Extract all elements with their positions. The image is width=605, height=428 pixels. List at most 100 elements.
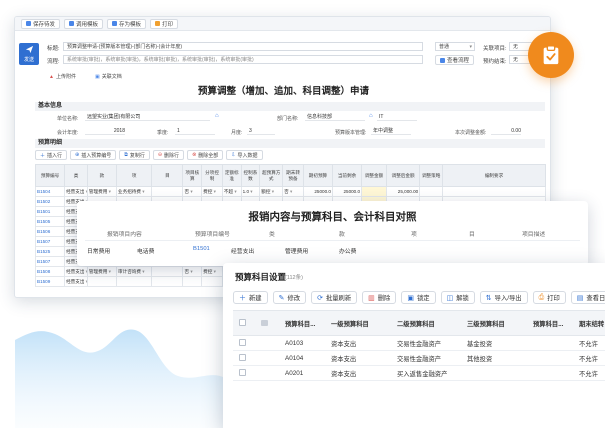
subject-cell-l1[interactable]: 资本支出 (325, 335, 391, 351)
detail-cell-coef[interactable]: 1.0 (240, 186, 261, 197)
subject-cell-l3[interactable]: 其他投资 (461, 350, 527, 366)
subject-cell-other[interactable] (527, 350, 573, 366)
detail-col-15[interactable]: 调整策略 (419, 164, 444, 187)
load-template-button[interactable]: 调用模板 (64, 18, 104, 29)
batch-refresh-button[interactable]: ⟳ 批量刷新 (311, 291, 358, 304)
detail-cell-mu[interactable] (151, 276, 184, 287)
delete-button[interactable]: ▥ 删除 (362, 291, 397, 304)
title-field[interactable]: 预算调整申请-(预算版本管理)-(部门名称)-(会计年度) (63, 42, 423, 51)
dept-lookup-icon[interactable]: ⌂ (369, 113, 373, 119)
row-checkbox[interactable] (239, 368, 246, 376)
detail-cell-code[interactable]: B1504 (34, 186, 66, 197)
detail-cell-acct[interactable] (182, 276, 203, 287)
table-row[interactable]: A0201 资本支出 买入返售金融资产 不允许 (233, 365, 605, 381)
unit-lookup-icon[interactable]: ⌂ (215, 113, 219, 119)
detail-cell-xiang[interactable]: 业务招待费 (115, 186, 153, 197)
detail-cell-split[interactable]: 费控 (201, 186, 223, 197)
mapping-code[interactable]: B1501 (193, 246, 210, 252)
detail-col-6[interactable]: 分项控制 (201, 164, 223, 187)
select-all-checkbox[interactable] (239, 318, 246, 326)
detail-cell-split[interactable]: 费控 (201, 266, 223, 277)
detail-cell-code[interactable]: B1502 (34, 196, 66, 207)
delete-all-button[interactable]: ⊗ 删除全部 (187, 150, 224, 160)
table-row[interactable]: A0103 资本支出 交易性金融资产 基金投资 不允许 (233, 335, 605, 351)
subject-cell-l2[interactable]: 买入返售金融资产 (391, 365, 461, 381)
subject-cell-carry[interactable]: 不允许 (573, 335, 605, 351)
detail-cell-code[interactable]: B1508 (34, 266, 66, 277)
row-checkbox[interactable] (239, 338, 246, 346)
detail-cell-kuan[interactable] (86, 276, 118, 287)
quarter-field[interactable]: 1 (175, 127, 215, 135)
row-checkbox[interactable] (239, 353, 246, 361)
print-button[interactable]: 打印 (150, 18, 179, 29)
unlock-button[interactable]: ◫ 解锁 (440, 291, 475, 304)
detail-cell-policy[interactable] (419, 186, 444, 197)
subject-col-l1[interactable]: 一级预算科目 (325, 310, 391, 336)
subject-cell-other[interactable] (527, 335, 573, 351)
detail-cell-carry[interactable]: 否 (282, 186, 304, 197)
detail-cell-code[interactable]: B1501 (34, 206, 66, 217)
detail-cell-cls[interactable]: 经营支出 (64, 266, 88, 277)
detail-cell-mu[interactable] (151, 266, 184, 277)
subject-cell-l1[interactable]: 资本支出 (325, 350, 391, 366)
subject-cell-l3[interactable]: 基金投资 (461, 335, 527, 351)
detail-cell-split[interactable] (201, 276, 223, 287)
detail-cell-code[interactable]: B1505 (34, 216, 66, 227)
table-row[interactable]: A0104 资本支出 交易性金融资产 其他投资 不允许 (233, 350, 605, 366)
subject-cell-code[interactable]: A0104 (279, 350, 325, 366)
detail-col-10[interactable]: 期末转预备 (282, 164, 304, 187)
mapping-row[interactable]: 日常费用 电话费 B1501 经营支出 管理费用 办公费 (77, 243, 588, 257)
priority-select[interactable]: 普通 (435, 42, 475, 51)
version-field[interactable]: 年中调整 (371, 127, 411, 135)
detail-cell-code[interactable]: B1509 (34, 276, 66, 287)
save-as-template-button[interactable]: 存为模板 (107, 18, 147, 29)
subject-cell-l3[interactable] (461, 365, 527, 381)
subject-cell-carry[interactable]: 不允许 (573, 365, 605, 381)
mapping-item[interactable]: 电话费 (137, 246, 154, 255)
detail-cell-xiang[interactable]: 审计咨询费 (115, 266, 153, 277)
detail-col-16[interactable]: 编制要求 (442, 164, 546, 187)
mapping-xiang[interactable]: 办公费 (339, 246, 356, 255)
detail-col-9[interactable]: 超预算方式 (259, 164, 284, 187)
dept-field[interactable]: 信息科技部 (305, 113, 365, 121)
subject-col-other[interactable]: 预算科目... (527, 310, 573, 336)
select-all-cell[interactable] (233, 310, 255, 336)
detail-cell-code[interactable]: B1506 (34, 226, 66, 237)
insert-budget-code-button[interactable]: ⊕ 插入预算编号 (70, 150, 117, 160)
detail-cell-mu[interactable] (151, 186, 184, 197)
edit-button[interactable]: ✎ 修改 (272, 291, 307, 304)
subject-cell-l2[interactable]: 交易性金融资产 (391, 350, 461, 366)
subject-cell-code[interactable]: A0103 (279, 335, 325, 351)
view-log-button[interactable]: ▤查看日志 (570, 291, 605, 304)
view-flow-button[interactable]: 查看流程 (435, 55, 475, 65)
detail-col-14[interactable]: 调整后金额 (385, 164, 421, 187)
detail-col-2[interactable]: 款 (86, 164, 118, 187)
detail-col-1[interactable]: 类 (64, 164, 88, 187)
detail-col-0[interactable]: 预算编号 (34, 164, 66, 187)
detail-cell-xiang[interactable] (115, 276, 153, 287)
new-button[interactable]: ＋新建 (233, 291, 268, 304)
detail-cell-kuan[interactable]: 管理费用 (86, 266, 118, 277)
detail-cell-init[interactable]: 25000.0 (302, 186, 333, 197)
detail-col-13[interactable]: 调整金额 (361, 164, 387, 187)
mapping-class[interactable]: 经营支出 (231, 246, 254, 255)
detail-cell-over[interactable]: 额控 (259, 186, 284, 197)
related-doc-link[interactable]: ▣ 关联文档 (95, 73, 122, 81)
unit-field[interactable]: 远望实业(集团)有限公司 (85, 113, 210, 121)
print-button[interactable]: ⎙ 打印 (532, 291, 566, 304)
month-field[interactable]: 3 (247, 127, 275, 135)
year-field[interactable]: 2018 (85, 127, 125, 135)
subject-col-l3[interactable]: 三级预算科目 (461, 310, 527, 336)
subject-cell-code[interactable]: A0201 (279, 365, 325, 381)
table-row[interactable]: B1504经营支出管理费用业务招待费否费控不超1.0额控否25000.02500… (34, 186, 546, 197)
delete-row-button[interactable]: ⊖ 删除行 (152, 150, 185, 160)
copy-row-button[interactable]: ⧉ 复制行 (119, 150, 150, 160)
subject-cell-carry[interactable]: 不允许 (573, 350, 605, 366)
detail-cell-cls[interactable]: 经营支出 (64, 276, 88, 287)
detail-cell-norm[interactable]: 不超 (221, 186, 242, 197)
row-select-cell[interactable] (233, 350, 255, 366)
detail-cell-remain[interactable]: 25000.0 (331, 186, 363, 197)
detail-cell-cls[interactable]: 经营支出 (64, 186, 88, 197)
flow-field[interactable]: 系统审批(审批)，系统审批(审批)，系统审批(审批)，系统审批(审批)，系统审批… (63, 55, 423, 64)
upload-attachment-link[interactable]: ▲ 上传附件 (49, 73, 76, 81)
